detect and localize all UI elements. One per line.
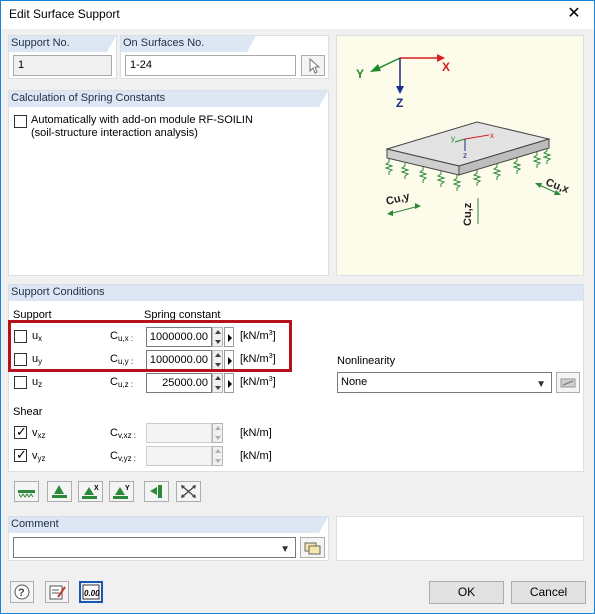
vyz-checkbox[interactable]: ✓: [14, 447, 27, 462]
support-edge-button[interactable]: [144, 481, 169, 502]
chevron-down-icon: ▼: [280, 544, 290, 555]
support-no-field[interactable]: 1: [13, 55, 112, 76]
cuy-label: Cu,y: [385, 190, 412, 208]
decimal-places-icon: 0.00: [82, 584, 100, 600]
on-surfaces-field[interactable]: 1-24: [125, 55, 296, 76]
uz-label: uz: [32, 376, 43, 389]
support-y-icon: Y: [113, 485, 130, 499]
local-z-label: z: [463, 151, 467, 160]
check-icon: ✓: [16, 447, 27, 462]
title-bar: Edit Surface Support ✕: [1, 1, 594, 29]
axis-y-label: Y: [356, 67, 364, 81]
cuz-unit: [kN/m3]: [240, 376, 276, 388]
vxz-checkbox[interactable]: ✓: [14, 424, 27, 439]
local-x-label: x: [490, 131, 494, 140]
cvyz-spinner[interactable]: [212, 446, 223, 466]
support-diagram-panel: X Y Z x y z Cu,y Cu,x Cu,z: [336, 35, 584, 276]
chevron-down-icon: ▼: [536, 379, 546, 390]
surface-support-diagram: X Y Z x y z Cu,y Cu,x Cu,z: [356, 54, 571, 226]
cvyz-field-label: Cv,yz :: [110, 450, 137, 463]
nonlinearity-select[interactable]: None ▼: [337, 372, 552, 393]
axis-z-label: Z: [396, 96, 403, 110]
edit-button[interactable]: [45, 581, 69, 603]
edit-nonlinearity-icon: [560, 378, 576, 388]
cvxz-field-label: Cv,xz :: [110, 427, 137, 440]
on-surfaces-label: On Surfaces No.: [121, 36, 256, 52]
units-decimal-button[interactable]: 0.00: [79, 581, 103, 603]
decimal-label: 0.00: [84, 589, 100, 598]
comment-combo[interactable]: ▼: [13, 537, 296, 558]
comment-group: Comment ▼: [8, 516, 329, 561]
support-conditions-label: Support Conditions: [9, 285, 583, 301]
vxz-label: vxz: [32, 427, 46, 440]
free-support-icon: [181, 485, 196, 498]
help-button[interactable]: ?: [10, 581, 34, 603]
support-no-group: Support No. 1: [8, 35, 117, 79]
comment-side-panel: [336, 516, 584, 561]
cursor-pick-icon: [309, 57, 321, 74]
support-preset-icon: [18, 490, 35, 498]
help-icon: ?: [14, 584, 30, 600]
cvyz-input[interactable]: [146, 446, 212, 466]
shear-label: Shear: [13, 406, 43, 418]
support-x-icon: X: [82, 485, 99, 499]
nonlinearity-edit-button[interactable]: [556, 372, 580, 393]
support-y-button[interactable]: Y: [109, 481, 134, 502]
vyz-label: vyz: [32, 450, 46, 463]
fixed-support-icon: [52, 485, 67, 498]
rf-soilin-label-line2: (soil-structure interaction analysis): [31, 127, 198, 139]
cuz-input[interactable]: 25000.00: [146, 373, 212, 393]
check-icon: ✓: [16, 424, 27, 439]
support-edge-icon: [150, 485, 162, 498]
comment-label: Comment: [9, 517, 328, 533]
calc-spring-group: Calculation of Spring Constants Automati…: [8, 90, 329, 276]
cuz-label: Cu,z: [462, 202, 474, 226]
support-conditions-group: Support Conditions Support Spring consta…: [8, 284, 584, 472]
window-title: Edit Surface Support: [9, 7, 120, 21]
comment-library-button[interactable]: [300, 537, 325, 558]
comment-library-icon: [304, 542, 321, 555]
dialog-window: Edit Surface Support ✕ Support No. 1 On …: [0, 0, 595, 614]
fixed-support-button[interactable]: [47, 481, 72, 502]
calc-spring-label: Calculation of Spring Constants: [9, 91, 328, 107]
cvxz-input[interactable]: [146, 423, 212, 443]
cancel-button[interactable]: Cancel: [511, 581, 586, 604]
uz-checkbox[interactable]: [14, 376, 27, 389]
support-no-label: Support No.: [9, 36, 116, 52]
cuz-more-button[interactable]: [224, 373, 234, 393]
free-support-button[interactable]: [176, 481, 201, 502]
local-y-label: y: [451, 134, 455, 143]
svg-text:?: ?: [18, 587, 25, 599]
nonlinearity-value: None: [341, 376, 368, 388]
svg-text:Y: Y: [125, 485, 130, 492]
rf-soilin-label-line1: Automatically with add-on module RF-SOIL…: [31, 114, 253, 126]
cvyz-unit: [kN/m]: [240, 450, 272, 462]
highlight-frame: [8, 320, 292, 372]
svg-text:X: X: [94, 485, 99, 492]
axis-x-label: X: [442, 60, 450, 74]
support-x-button[interactable]: X: [78, 481, 103, 502]
rf-soilin-checkbox[interactable]: [14, 115, 27, 128]
cuz-spinner[interactable]: [212, 373, 223, 393]
cvxz-spinner[interactable]: [212, 423, 223, 443]
nonlinearity-label: Nonlinearity: [337, 355, 396, 367]
ok-button[interactable]: OK: [429, 581, 504, 604]
on-surfaces-group: On Surfaces No. 1-24: [120, 35, 329, 79]
cvxz-unit: [kN/m]: [240, 427, 272, 439]
edit-note-icon: [49, 585, 66, 600]
support-preset-button[interactable]: [14, 481, 39, 502]
close-icon[interactable]: ✕: [554, 1, 594, 29]
cuz-field-label: Cu,z :: [110, 376, 134, 389]
pick-surfaces-button[interactable]: [301, 55, 325, 76]
